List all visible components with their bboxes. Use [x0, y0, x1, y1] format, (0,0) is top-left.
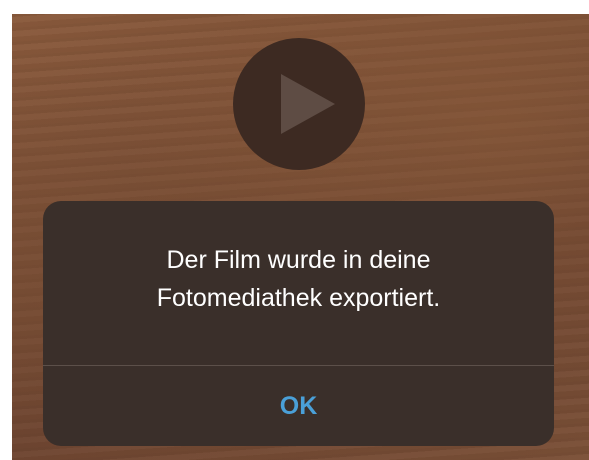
- alert-dialog: Der Film wurde in deine Fotomediathek ex…: [43, 201, 554, 446]
- alert-message-line-1: Der Film wurde in deine: [166, 246, 431, 274]
- play-icon: [281, 74, 335, 134]
- alert-message-line-2: Fotomediathek exportiert.: [156, 284, 441, 312]
- ok-button[interactable]: OK: [43, 366, 554, 446]
- screen: Der Film wurde in deine Fotomediathek ex…: [0, 0, 589, 460]
- play-button[interactable]: [233, 38, 365, 170]
- alert-message: Der Film wurde in deine Fotomediathek ex…: [73, 241, 524, 317]
